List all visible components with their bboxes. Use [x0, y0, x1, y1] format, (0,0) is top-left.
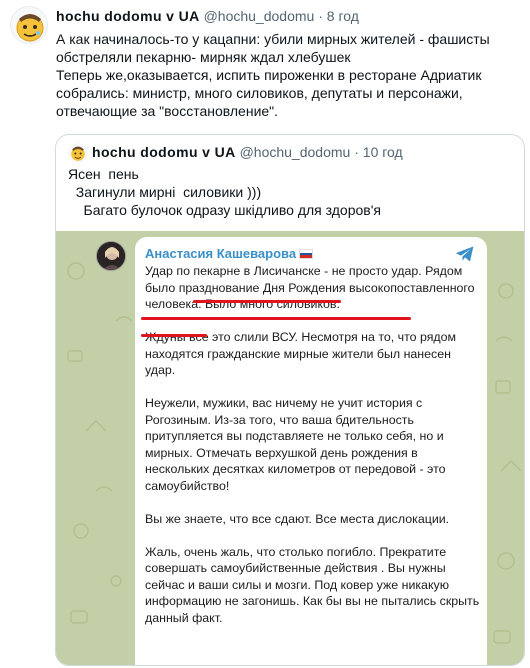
quote-header: hochu dodomu v UA @hochu_dodomu · 10 год: [92, 144, 403, 160]
tweet-header: hochu dodomu v UA @hochu_dodomu · 8 год: [56, 8, 359, 24]
message-paragraph: Удар по пекарне в Лисичанске - не просто…: [145, 264, 475, 311]
tweet-text: А как начиналось-то у кацапни: убили мир…: [56, 31, 490, 119]
quoted-tweet[interactable]: hochu dodomu v UA @hochu_dodomu · 10 год…: [55, 134, 525, 666]
quote-time: 10 год: [362, 144, 403, 160]
telegram-author-line: Анастасия Кашеварова: [145, 246, 314, 261]
telegram-author-name: Анастасия Кашеварова: [145, 246, 297, 261]
message-paragraph: Вы же знаете, что все сдают. Все места д…: [145, 511, 450, 526]
russia-flag-icon: [299, 249, 314, 259]
emoji-face-avatar-icon: [16, 14, 44, 42]
highlight-underline: [193, 300, 341, 303]
tweet-time[interactable]: 8 год: [327, 8, 359, 24]
quote-author-handle: @hochu_dodomu: [239, 144, 351, 160]
emoji-face-avatar-icon: [71, 146, 85, 161]
highlight-underline: [141, 317, 411, 320]
author-handle[interactable]: @hochu_dodomu: [204, 8, 315, 24]
tweet[interactable]: hochu dodomu v UA @hochu_dodomu · 8 год …: [0, 0, 530, 668]
highlight-underline: [141, 334, 207, 337]
author-avatar[interactable]: [10, 6, 48, 44]
message-paragraph: Неужели, мужики, вас ничему не учит исто…: [145, 396, 446, 493]
header-separator: ·: [318, 8, 323, 24]
quote-author-avatar: [68, 143, 88, 163]
screenshot-media[interactable]: Анастасия Кашеварова Удар по пекарне в Л…: [56, 231, 524, 665]
telegram-plane-icon: [455, 246, 474, 262]
telegram-author-avatar: [96, 241, 126, 271]
quote-author-name: hochu dodomu v UA: [92, 144, 236, 160]
message-paragraph: Жаль, очень жаль, что столько погибло. П…: [145, 544, 480, 625]
author-name[interactable]: hochu dodomu v UA: [56, 8, 200, 24]
quote-text: Ясен пень Загинули мирні силовики ))) Ба…: [68, 166, 381, 218]
telegram-message-bubble: Анастасия Кашеварова Удар по пекарне в Л…: [135, 237, 487, 665]
quote-separator: ·: [354, 144, 359, 160]
